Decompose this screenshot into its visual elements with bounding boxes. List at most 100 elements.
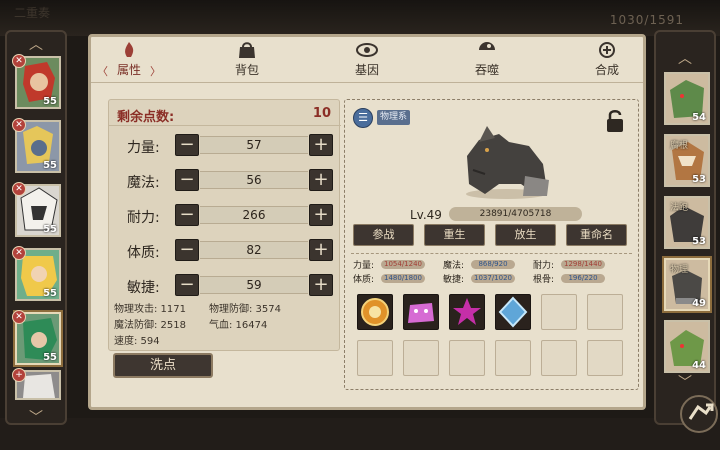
gene-icon	[356, 43, 378, 57]
pet-level: 44	[692, 360, 706, 371]
resource-counter: 1030/1591	[609, 13, 684, 27]
add-badge-icon[interactable]: +	[12, 368, 26, 382]
scroll-up-arrow-icon[interactable]: ︿	[678, 48, 692, 68]
pet-level: 49	[692, 298, 706, 309]
magenta-star-skill-icon	[453, 298, 481, 325]
empty-skill-slot[interactable]	[357, 340, 393, 376]
pet-stat-bar: 1298/1440	[561, 260, 605, 269]
skill-slot[interactable]	[357, 294, 393, 330]
pet-stat-bar: 196/220	[561, 274, 605, 283]
roster-card-pet-green-crab[interactable]: 44	[664, 320, 710, 373]
stat-value: 57	[200, 136, 308, 154]
deploy-button[interactable]: 参战	[353, 224, 414, 246]
release-button[interactable]: 放生	[495, 224, 556, 246]
stat-row-constitution: 体质: − 82 +	[109, 239, 341, 263]
hero-level: 55	[43, 352, 57, 363]
roster-card-pet-tiger[interactable]: 腐根 53	[664, 134, 710, 187]
remove-badge-icon[interactable]: ✕	[12, 118, 26, 132]
pink-beast-skill-icon	[408, 303, 434, 323]
pet-stat-bar: 1037/1020	[471, 274, 515, 283]
list-icon[interactable]: ☰	[353, 108, 373, 128]
stat-name: 体质:	[127, 245, 160, 261]
remove-badge-icon[interactable]: ✕	[12, 246, 26, 260]
stat-row-agility: 敏捷: − 59 +	[109, 274, 341, 298]
empty-skill-slot[interactable]	[587, 294, 623, 330]
increase-button[interactable]: +	[309, 274, 333, 296]
empty-skill-slot[interactable]	[587, 340, 623, 376]
pet-stat-bar: 1054/1240	[381, 260, 425, 269]
pet-type-label: 物理系	[377, 110, 411, 125]
tab-label: 背包	[234, 63, 259, 77]
pet-roster-sidebar: ︿ ﹀ 54 腐根 53 法跑 53 物理 49 44	[654, 30, 716, 425]
skill-slot[interactable]	[449, 294, 485, 330]
remove-badge-icon[interactable]: ✕	[12, 310, 26, 324]
empty-skill-slot[interactable]	[541, 340, 577, 376]
hp-text: 气血: 16474	[209, 320, 268, 331]
pet-stat-label: 敏捷:	[443, 275, 465, 285]
pet-stat-bar: 1480/1800	[381, 274, 425, 283]
roster-card-pet-selected-bear[interactable]: 物理 49	[664, 258, 710, 311]
scroll-up-arrow-icon[interactable]: ︿	[29, 34, 43, 54]
roster-card-pet-dark-beast[interactable]: 法跑 53	[664, 196, 710, 249]
stat-row-strength: 力量: − 57 +	[109, 134, 341, 158]
tab-label: 属性	[116, 63, 141, 77]
return-arrow-icon	[688, 403, 714, 420]
scroll-down-arrow-icon[interactable]: ﹀	[29, 407, 43, 427]
remaining-points-label: 剩余点数:	[117, 110, 175, 125]
decrease-button[interactable]: −	[175, 134, 199, 156]
decrease-button[interactable]: −	[175, 274, 199, 296]
rebirth-button[interactable]: 重生	[424, 224, 485, 246]
skill-slot[interactable]	[403, 294, 439, 330]
faded-header-text: 二重奏	[14, 6, 51, 20]
hero-level: 55	[43, 160, 57, 171]
player-roster-sidebar: ︿ ﹀ ✕ 55 ✕ 55 ✕ 55 ✕ 55 ✕ 55 +	[5, 30, 67, 427]
stat-value: 266	[200, 206, 308, 224]
flame-icon	[125, 42, 134, 57]
stat-name: 魔法:	[127, 175, 160, 191]
pet-stat-label: 耐力:	[533, 261, 555, 271]
rename-button[interactable]: 重命名	[566, 224, 627, 246]
remove-badge-icon[interactable]: ✕	[12, 54, 26, 68]
increase-button[interactable]: +	[309, 204, 333, 226]
decrease-button[interactable]: −	[175, 169, 199, 191]
lock-icon[interactable]	[604, 108, 626, 134]
remove-badge-icon[interactable]: ✕	[12, 182, 26, 196]
tab-gene[interactable]: 基因	[337, 41, 397, 81]
increase-button[interactable]: +	[309, 134, 333, 156]
remaining-points-row: 剩余点数: 10	[109, 100, 341, 126]
empty-skill-slot[interactable]	[541, 294, 577, 330]
skill-slot[interactable]	[495, 294, 531, 330]
speed-text: 速度: 594	[114, 336, 160, 347]
pet-level: 54	[692, 112, 706, 123]
return-button[interactable]	[680, 395, 718, 433]
pet-detail-panel: 属性 背包 基因 吞噬 合成 剩余点数: 10 力量: − 57 +	[88, 34, 646, 410]
tab-bag[interactable]: 背包	[217, 41, 277, 81]
stat-value: 82	[200, 241, 308, 259]
ice-crystal-skill-icon	[498, 296, 528, 328]
stat-name: 耐力:	[127, 210, 160, 226]
tab-attributes[interactable]: 属性	[97, 41, 161, 81]
tab-synthesis[interactable]: 合成	[577, 41, 637, 81]
empty-skill-slot[interactable]	[403, 340, 439, 376]
decrease-button[interactable]: −	[175, 204, 199, 226]
physical-attack-text: 物理攻击: 1171	[114, 304, 186, 315]
increase-button[interactable]: +	[309, 239, 333, 261]
empty-skill-slot[interactable]	[495, 340, 531, 376]
empty-skill-slot[interactable]	[449, 340, 485, 376]
roster-card-pet-green-beast[interactable]: 54	[664, 72, 710, 125]
tab-devour[interactable]: 吞噬	[457, 41, 517, 81]
pet-name: 法跑	[670, 203, 689, 213]
stat-value: 56	[200, 171, 308, 189]
scroll-down-arrow-icon[interactable]: ﹀	[678, 372, 692, 392]
pet-level: 53	[692, 236, 706, 247]
increase-button[interactable]: +	[309, 169, 333, 191]
hero-level: 55	[43, 224, 57, 235]
tab-label: 基因	[354, 63, 379, 77]
pet-info-panel: ☰ 物理系 Lv.49 23891/4705718 参战 重生 放生 重命名 力…	[344, 99, 639, 390]
experience-text: 23891/4705718	[479, 209, 552, 219]
pet-level: 53	[692, 174, 706, 185]
reset-points-button[interactable]: 洗点	[113, 353, 213, 378]
top-bar: 二重奏 1030/1591	[0, 0, 720, 36]
decrease-button[interactable]: −	[175, 239, 199, 261]
stat-row-endurance: 耐力: − 266 +	[109, 204, 341, 228]
